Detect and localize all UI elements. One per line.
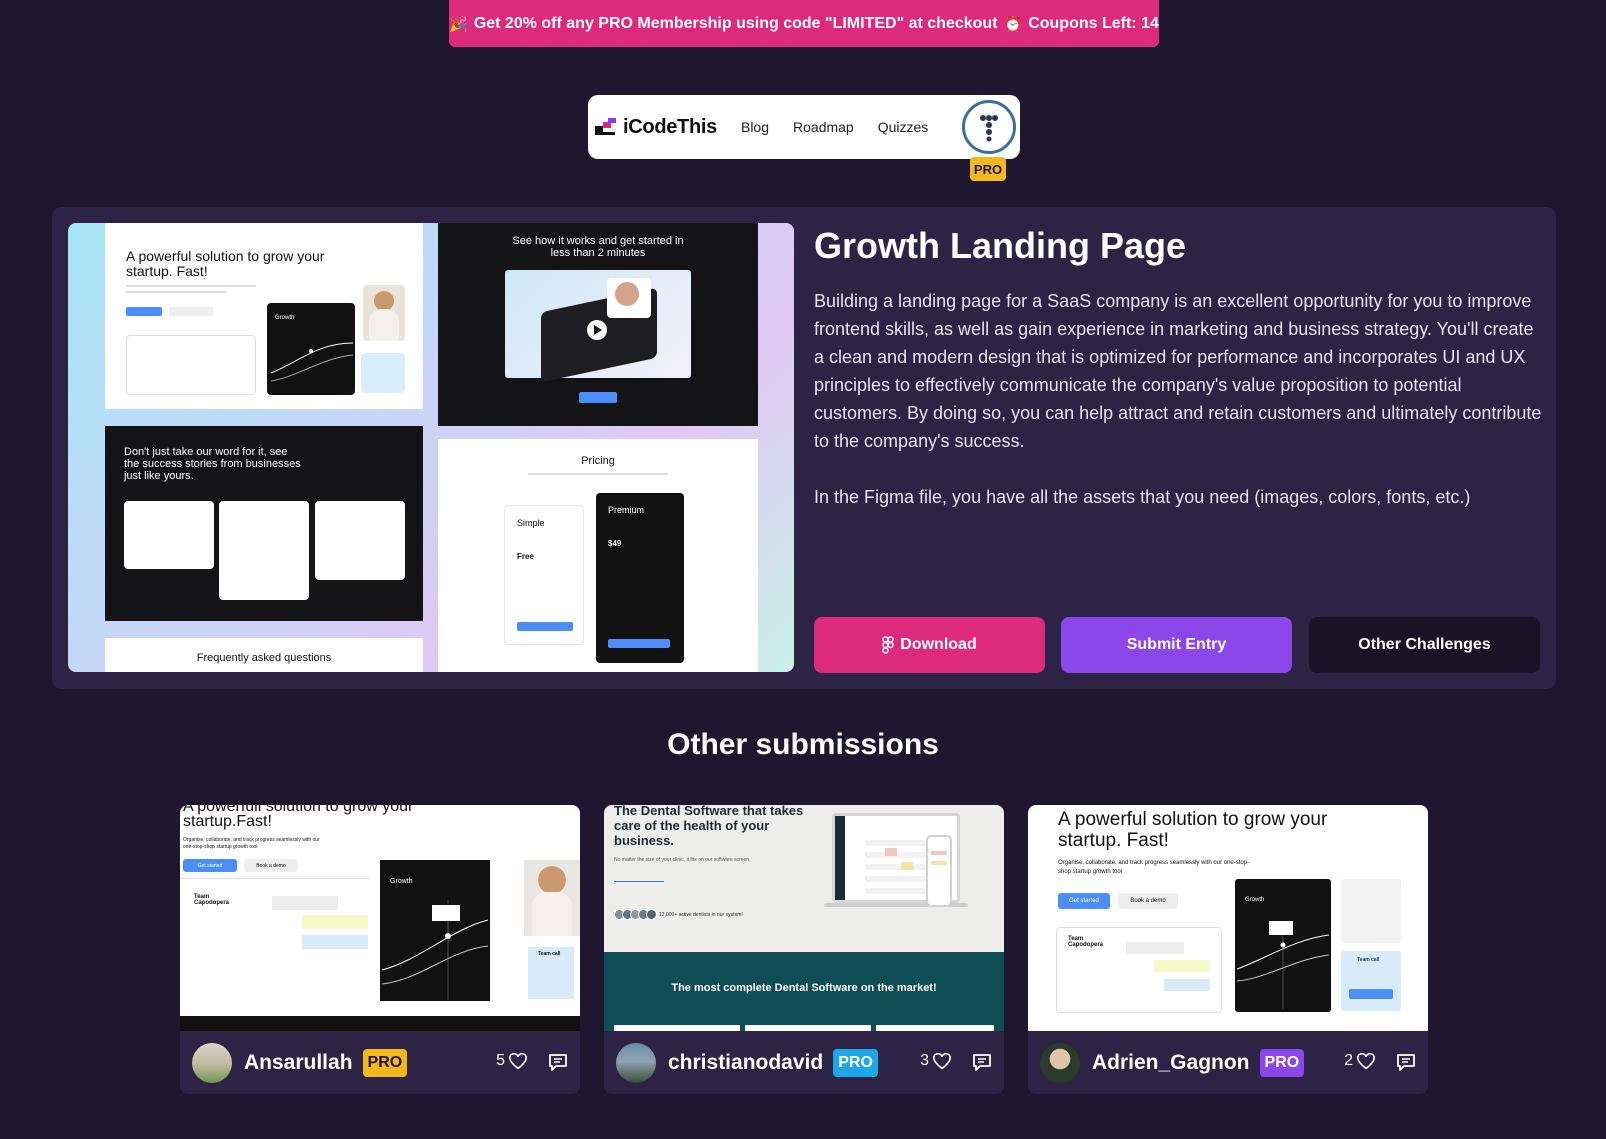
preview-plan-premium: Premium (608, 505, 645, 515)
submission-footer: Ansarullah PRO 5 (180, 1031, 580, 1094)
pro-badge: PRO (1259, 1048, 1305, 1077)
submission-thumbnail[interactable]: A powerful solution to grow your startup… (1028, 805, 1428, 1031)
submission-card[interactable]: The Dental Software that takes care of t… (604, 805, 1004, 1094)
submission-thumb-call: Team call (1357, 957, 1380, 963)
preview-premium-price: $49 (608, 539, 622, 548)
submission-thumb-stat: 12,000+ active dentists in our system! (659, 911, 743, 918)
other-challenges-label: Other Challenges (1358, 636, 1491, 653)
alarm-clock-icon: ⏰ (1003, 15, 1023, 33)
submission-thumb-subtitle: No matter the size of your clinic, it fi… (614, 857, 751, 863)
preview-plan-simple: Simple (517, 518, 545, 528)
comment-icon[interactable] (972, 1052, 992, 1072)
pro-badge: PRO (362, 1048, 408, 1077)
promo-banner[interactable]: 🎉 Get 20% off any PRO Membership using c… (449, 0, 1159, 47)
submission-thumb-stat-row: 12,000+ active dentists in our system! (614, 909, 743, 920)
submission-footer: Adrien_Gagnon PRO 2 (1028, 1031, 1428, 1094)
logo[interactable]: iCodeThis (595, 116, 717, 139)
preview-faq: Frequently asked questions (105, 638, 423, 672)
challenge-title: Growth Landing Page (814, 225, 1187, 266)
submission-username[interactable]: christianodavid (668, 1051, 823, 1075)
submission-username[interactable]: Adrien_Gagnon (1092, 1051, 1250, 1075)
submit-entry-label: Submit Entry (1126, 636, 1227, 653)
submission-thumb-banner: The most complete Dental Software on the… (671, 982, 937, 994)
preview-pricing-title: Pricing (581, 455, 615, 467)
submit-entry-button[interactable]: Submit Entry (1061, 617, 1292, 673)
comment-icon[interactable] (1396, 1052, 1416, 1072)
nav-link-quizzes[interactable]: Quizzes (878, 119, 929, 135)
pro-badge: PRO (970, 157, 1006, 181)
preview-how-it-works: See how it works and get started in less… (438, 223, 758, 426)
likes[interactable]: 5 (496, 1052, 528, 1070)
comment-icon[interactable] (548, 1052, 568, 1072)
like-count: 2 (1344, 1052, 1353, 1069)
submission-footer: christianodavid PRO 3 (604, 1031, 1004, 1094)
submission-thumb-team: Team Capodopera (194, 894, 230, 906)
preview-plan-free: Free (517, 552, 534, 561)
preview-how-title: See how it works and get started in less… (512, 235, 684, 259)
challenge-assets-note: In the Figma file, you have all the asse… (814, 487, 1471, 507)
logo-icon (595, 118, 619, 136)
like-count: 3 (920, 1052, 929, 1069)
submission-card[interactable]: A powerful solution to grow your startup… (1028, 805, 1428, 1094)
coupons-left: Coupons Left: 14 (1028, 14, 1159, 32)
avatar[interactable] (616, 1042, 656, 1083)
submission-thumb-call: Team call (538, 951, 561, 957)
user-avatar-button[interactable] (962, 100, 1016, 154)
preview-pricing: Pricing Simple Free Premium $49 (438, 439, 758, 672)
user-avatar-icon (980, 115, 998, 142)
preview-testimonial-title: Don't just take our word for it, see the… (124, 446, 301, 482)
heart-icon (508, 1052, 528, 1070)
submission-thumb-cta: Get started (183, 859, 237, 872)
submission-thumbnail[interactable]: A powerfull solution to grow your startu… (180, 805, 580, 1031)
submission-thumbnail[interactable]: The Dental Software that takes care of t… (604, 805, 1004, 1031)
other-submissions-heading: Other submissions (667, 728, 939, 761)
challenge-card: A powerful solution to grow your startup… (52, 207, 1556, 689)
submission-username[interactable]: Ansarullah (244, 1051, 353, 1075)
figma-icon (882, 636, 895, 654)
preview-testimonials: Don't just take our word for it, see the… (105, 426, 423, 621)
promo-text: Get 20% off any PRO Membership using cod… (473, 14, 998, 32)
submission-thumb-cta2: Book a demo (244, 859, 298, 872)
like-count: 5 (496, 1052, 505, 1069)
submission-thumb-title: A powerful solution to grow your startup… (1058, 809, 1328, 851)
heart-icon (932, 1052, 952, 1070)
challenge-description: Building a landing page for a SaaS compa… (814, 291, 1542, 451)
nav-link-roadmap[interactable]: Roadmap (793, 119, 854, 135)
other-challenges-button[interactable]: Other Challenges (1309, 617, 1540, 673)
submission-thumb-subtitle: Organise, collaborate, and track progres… (183, 837, 320, 850)
download-label: Download (900, 636, 977, 653)
preview-hero: A powerful solution to grow your startup… (105, 223, 423, 409)
nav-link-blog[interactable]: Blog (741, 119, 769, 135)
submission-thumb-title: A powerfull solution to grow your startu… (183, 805, 414, 830)
preview-faq-title: Frequently asked questions (196, 652, 332, 664)
pro-badge: PRO (833, 1048, 878, 1077)
avatar[interactable] (192, 1042, 232, 1083)
submission-card[interactable]: A powerfull solution to grow your startu… (180, 805, 580, 1094)
submission-thumb-cta: Get started (1058, 893, 1110, 909)
preview-hero-title: A powerful solution to grow your startup… (126, 248, 325, 279)
likes[interactable]: 2 (1344, 1052, 1376, 1070)
top-nav: iCodeThis Blog Roadmap Quizzes PRO (588, 95, 1020, 181)
submission-thumb-team: Team Capodopera (1068, 936, 1104, 948)
download-button[interactable]: Download (814, 617, 1045, 673)
logo-text: iCodeThis (623, 115, 717, 138)
heart-icon (1356, 1052, 1376, 1070)
likes[interactable]: 3 (920, 1052, 952, 1070)
submission-thumb-title: The Dental Software that takes care of t… (614, 805, 804, 848)
avatar[interactable] (1040, 1042, 1080, 1083)
submission-thumb-subtitle: Organise, collaborate, and track progres… (1058, 860, 1250, 875)
party-icon: 🎉 (449, 15, 468, 33)
submission-thumb-cta2: Book a demo (1118, 893, 1178, 909)
challenge-preview-image: A powerful solution to grow your startup… (68, 223, 794, 672)
